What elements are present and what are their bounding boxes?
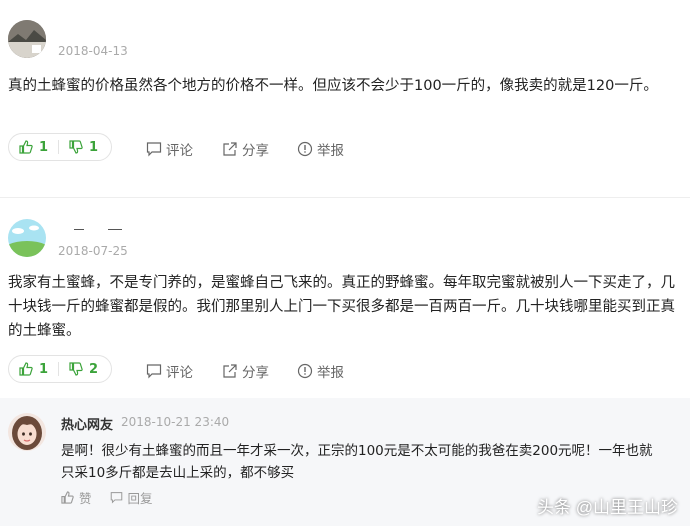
report-button[interactable]: 举报 [297, 139, 344, 159]
avatar-image-icon [8, 20, 46, 58]
vote-pill: 1 2 [8, 355, 112, 383]
avatar-girl-icon [8, 413, 46, 451]
reply-actions: 赞 回复 [61, 488, 153, 507]
share-icon [223, 364, 237, 378]
like-count: 1 [39, 361, 49, 377]
share-button[interactable]: 分享 [222, 361, 269, 381]
reply-like-button[interactable]: 赞 [61, 488, 92, 507]
comment-reply-button[interactable]: 评论 [146, 139, 193, 159]
watermark: 头条 @山里王山珍 [537, 498, 678, 517]
reply-reply-label: 回复 [127, 491, 153, 506]
comment-text: 真的土蜂蜜的价格虽然各个地方的价格不一样。但应该不会少于100一斤的，像我卖的就… [8, 78, 658, 94]
reply-date: 2018-10-21 23:40 [121, 415, 230, 429]
dislike-count: 2 [89, 361, 99, 377]
vote-pill: 1 1 [8, 133, 112, 161]
dislike-button[interactable]: 2 [59, 356, 108, 382]
share-icon [223, 142, 237, 156]
reply-text: 是啊！很少有土蜂蜜的而且一年才采一次，正宗的100元是不太可能的我爸在卖200元… [61, 443, 653, 481]
username-cropped-icon [74, 229, 122, 230]
reply-like-label: 赞 [79, 491, 92, 506]
divider [0, 197, 690, 198]
like-count: 1 [39, 139, 49, 155]
comment-icon [146, 364, 162, 379]
avatar-image-icon [8, 219, 46, 257]
thumbs-up-icon [19, 362, 33, 376]
report-icon [297, 141, 313, 157]
reply-reply-button[interactable]: 回复 [110, 488, 153, 507]
comment-reply-label: 评论 [166, 143, 193, 159]
share-label: 分享 [242, 143, 269, 159]
like-button[interactable]: 1 [9, 356, 58, 382]
comment-reply-button[interactable]: 评论 [146, 361, 193, 381]
share-label: 分享 [242, 365, 269, 381]
avatar[interactable] [8, 20, 46, 58]
comment-reply-label: 评论 [166, 365, 193, 381]
username-partial [58, 222, 148, 230]
thumbs-up-icon [19, 140, 33, 154]
share-button[interactable]: 分享 [222, 139, 269, 159]
thumbs-down-icon [69, 362, 83, 376]
like-button[interactable]: 1 [9, 134, 58, 160]
report-label: 举报 [317, 365, 344, 381]
dislike-count: 1 [89, 139, 99, 155]
avatar[interactable] [8, 219, 46, 257]
report-icon [297, 363, 313, 379]
report-label: 举报 [317, 143, 344, 159]
thumbs-up-icon [61, 491, 74, 504]
comment-icon [110, 492, 122, 504]
comment-date: 2018-07-25 [58, 244, 128, 258]
comment-date: 2018-04-13 [58, 44, 128, 58]
reply-avatar[interactable] [8, 413, 46, 451]
report-button[interactable]: 举报 [297, 361, 344, 381]
comment-text: 我家有土蜜蜂，不是专门养的，是蜜蜂自己飞来的。真正的野蜂蜜。每年取完蜜就被别人一… [8, 275, 675, 339]
dislike-button[interactable]: 1 [59, 134, 108, 160]
reply-username[interactable]: 热心网友 [61, 414, 113, 433]
thumbs-down-icon [69, 140, 83, 154]
comment-icon [146, 142, 162, 157]
